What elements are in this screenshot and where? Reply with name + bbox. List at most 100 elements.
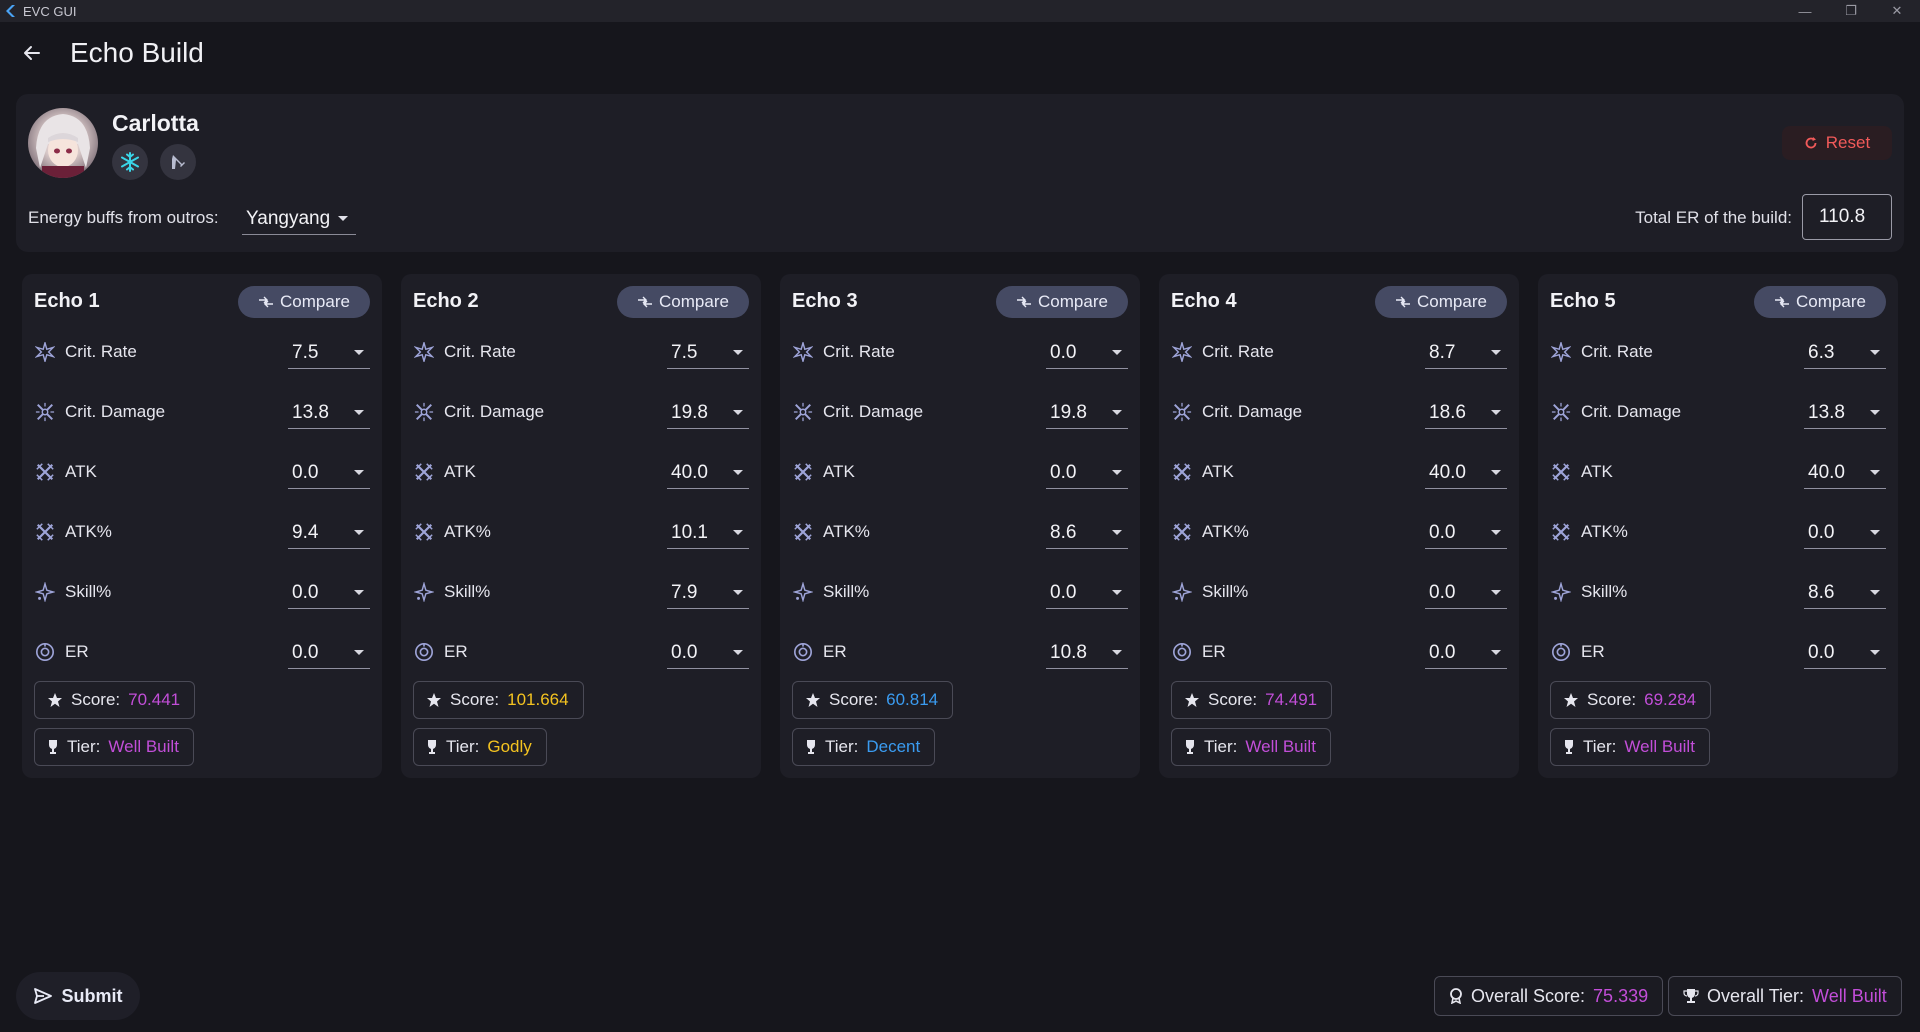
skill-percent-select[interactable]: 0.0 <box>1046 577 1128 609</box>
atk-select[interactable]: 40.0 <box>1804 457 1886 489</box>
restore-button[interactable]: ❐ <box>1828 0 1874 22</box>
skill-percent-select[interactable]: 8.6 <box>1804 577 1886 609</box>
chevron-down-icon <box>733 410 743 415</box>
score-value: 69.284 <box>1644 690 1697 709</box>
atk-select[interactable]: 40.0 <box>1425 457 1507 489</box>
stat-row-skill-percent: Skill% 8.6 <box>1550 577 1886 609</box>
trophy-icon <box>428 740 436 754</box>
energy-regen-select[interactable]: 0.0 <box>288 637 370 669</box>
score-label: Score: <box>829 690 879 709</box>
tier-chip: Tier: Decent <box>792 728 936 766</box>
crit-damage-select[interactable]: 18.6 <box>1425 397 1507 429</box>
overall-tier-value: Well Built <box>1812 985 1887 1006</box>
minimize-button[interactable]: — <box>1782 0 1828 22</box>
chevron-down-icon <box>1112 530 1122 535</box>
overall-tier-chip: Overall Tier: Well Built <box>1668 976 1902 1016</box>
stat-value: 10.1 <box>671 521 708 543</box>
stat-row-atk: ATK 0.0 <box>792 457 1128 489</box>
stat-value: 0.0 <box>292 461 319 483</box>
skill-percent-select[interactable]: 0.0 <box>1425 577 1507 609</box>
stat-row-atk: ATK 40.0 <box>1171 457 1507 489</box>
crit-rate-select[interactable]: 8.7 <box>1425 337 1507 369</box>
stat-label: ATK% <box>823 522 870 541</box>
stat-label: Skill% <box>1202 582 1249 601</box>
score-value: 60.814 <box>886 690 939 709</box>
crit-rate-select[interactable]: 7.5 <box>667 337 749 369</box>
atk-percent-icon <box>413 521 435 543</box>
compare-button[interactable]: Compare <box>617 286 749 318</box>
stat-value: 0.0 <box>1429 581 1456 603</box>
atk-percent-select[interactable]: 9.4 <box>288 517 370 549</box>
stat-label: ATK% <box>1581 522 1628 541</box>
compare-arrows-icon <box>259 296 274 308</box>
echo-title: Echo 2 <box>413 290 479 312</box>
back-button[interactable] <box>16 37 48 69</box>
atk-percent-icon <box>1171 521 1193 543</box>
atk-percent-select[interactable]: 10.1 <box>667 517 749 549</box>
compare-button[interactable]: Compare <box>1754 286 1886 318</box>
stat-value: 0.0 <box>1808 641 1835 663</box>
skill-percent-select[interactable]: 0.0 <box>288 577 370 609</box>
stat-row-atk: ATK 40.0 <box>1550 457 1886 489</box>
stat-label: ER <box>65 642 89 661</box>
atk-select[interactable]: 0.0 <box>288 457 370 489</box>
total-er-label: Total ER of the build: <box>1635 208 1792 227</box>
score-value: 74.491 <box>1265 690 1318 709</box>
skill-percent-select[interactable]: 7.9 <box>667 577 749 609</box>
chevron-down-icon <box>1112 470 1122 475</box>
tier-value: Godly <box>487 737 532 756</box>
crit-rate-select[interactable]: 6.3 <box>1804 337 1886 369</box>
outro-select[interactable]: Yangyang <box>242 203 356 235</box>
energy-regen-select[interactable]: 0.0 <box>1804 637 1886 669</box>
submit-button[interactable]: Submit <box>16 972 140 1020</box>
chevron-down-icon <box>1870 410 1880 415</box>
energy-regen-select[interactable]: 0.0 <box>1425 637 1507 669</box>
chevron-down-icon <box>733 350 743 355</box>
close-button[interactable]: ✕ <box>1874 0 1920 22</box>
chevron-down-icon <box>733 470 743 475</box>
trophy-icon <box>807 740 815 754</box>
atk-select[interactable]: 40.0 <box>667 457 749 489</box>
character-avatar <box>28 108 98 178</box>
crit-damage-select[interactable]: 19.8 <box>1046 397 1128 429</box>
crit-rate-select[interactable]: 0.0 <box>1046 337 1128 369</box>
stat-row-crit-damage: Crit. Damage 19.8 <box>413 397 749 429</box>
stat-row-skill-percent: Skill% 7.9 <box>413 577 749 609</box>
stat-row-skill-percent: Skill% 0.0 <box>1171 577 1507 609</box>
echo-title: Echo 4 <box>1171 290 1237 312</box>
reset-button[interactable]: Reset <box>1782 126 1892 160</box>
crit-rate-icon <box>413 341 435 363</box>
crit-damage-select[interactable]: 13.8 <box>288 397 370 429</box>
compare-button[interactable]: Compare <box>1375 286 1507 318</box>
total-er-input[interactable] <box>1802 194 1892 240</box>
star-icon <box>1185 693 1199 707</box>
stat-value: 18.6 <box>1429 401 1466 423</box>
energy-regen-select[interactable]: 10.8 <box>1046 637 1128 669</box>
compare-button[interactable]: Compare <box>996 286 1128 318</box>
tier-value: Well Built <box>1624 737 1695 756</box>
crit-damage-icon <box>792 401 814 423</box>
chevron-down-icon <box>1491 410 1501 415</box>
atk-percent-select[interactable]: 0.0 <box>1425 517 1507 549</box>
crit-rate-select[interactable]: 7.5 <box>288 337 370 369</box>
tier-label: Tier: <box>1204 737 1238 756</box>
atk-select[interactable]: 0.0 <box>1046 457 1128 489</box>
atk-percent-select[interactable]: 8.6 <box>1046 517 1128 549</box>
stat-row-crit-damage: Crit. Damage 18.6 <box>1171 397 1507 429</box>
crit-damage-select[interactable]: 19.8 <box>667 397 749 429</box>
crit-damage-select[interactable]: 13.8 <box>1804 397 1886 429</box>
atk-percent-select[interactable]: 0.0 <box>1804 517 1886 549</box>
skill-icon <box>792 581 814 603</box>
chevron-down-icon <box>733 530 743 535</box>
atk-percent-icon <box>792 521 814 543</box>
stat-label: Crit. Damage <box>1581 402 1682 421</box>
echo-card-1: Echo 1 Compare Crit. Rate 7.5 Crit. Dama… <box>22 274 382 778</box>
echo-card-5: Echo 5 Compare Crit. Rate 6.3 Crit. Dama… <box>1538 274 1898 778</box>
skill-icon <box>413 581 435 603</box>
crit-rate-icon <box>1550 341 1572 363</box>
chevron-down-icon <box>1870 530 1880 535</box>
energy-regen-select[interactable]: 0.0 <box>667 637 749 669</box>
compare-button[interactable]: Compare <box>238 286 370 318</box>
chevron-down-icon <box>338 216 349 221</box>
stat-label: Crit. Damage <box>444 402 545 421</box>
